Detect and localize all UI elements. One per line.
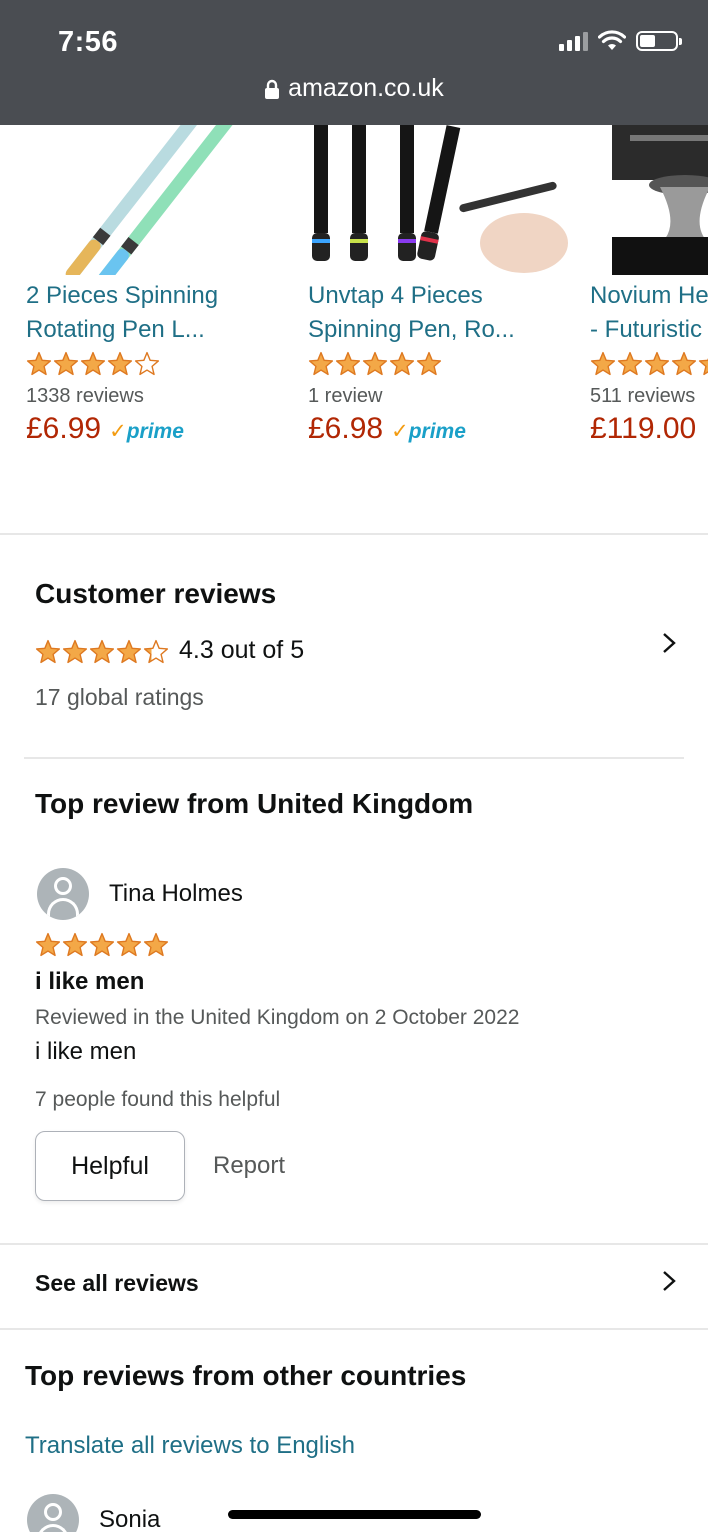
other-countries-heading: Top reviews from other countries [25, 1360, 467, 1391]
battery-icon [636, 31, 682, 51]
home-indicator[interactable] [228, 1510, 481, 1519]
star-icon [389, 351, 415, 376]
product-price: £6.99 [26, 412, 102, 445]
star-icon [644, 351, 670, 376]
product-title[interactable]: Unvtap 4 Pieces Spinning Pen, Ro... [308, 279, 578, 347]
star-icon [26, 351, 52, 376]
status-bar: 7:56 amazon.co.uk [0, 0, 708, 125]
star-icon [116, 932, 142, 957]
prime-check-icon: ✓ [109, 420, 127, 443]
review-count: 1338 reviews [26, 385, 144, 407]
review-stars [35, 932, 169, 958]
star-icon [335, 351, 361, 376]
star-icon [590, 351, 616, 376]
average-rating[interactable]: 4.3 out of 5 [35, 635, 304, 665]
related-products-carousel[interactable]: 2 Pieces Spinning Rotating Pen L... 1338… [0, 125, 708, 535]
review-count: 1 review [308, 385, 383, 407]
star-icon [116, 639, 142, 664]
url-text: amazon.co.uk [288, 74, 444, 102]
product-image[interactable] [590, 125, 708, 275]
section-divider [24, 757, 684, 759]
product-title[interactable]: Novium He - Futuristic [590, 279, 708, 347]
star-icon [698, 358, 708, 376]
global-ratings-count: 17 global ratings [35, 684, 204, 710]
reviewer-profile[interactable]: Tina Holmes [37, 868, 243, 920]
star-icon [80, 351, 106, 376]
star-icon [362, 351, 388, 376]
prime-badge: ✓prime [109, 420, 184, 443]
top-review-heading: Top review from United Kingdom [35, 788, 474, 819]
wifi-icon [598, 30, 626, 50]
product-rating [26, 351, 296, 377]
star-icon [134, 351, 160, 376]
reviewer-name: Tina Holmes [109, 880, 243, 907]
product-rating [590, 351, 708, 377]
cellular-signal-icon [559, 31, 588, 51]
clock: 7:56 [58, 26, 119, 58]
section-divider [0, 1243, 708, 1245]
product-rating [308, 351, 578, 377]
address-bar[interactable]: amazon.co.uk [0, 74, 708, 103]
prime-check-icon: ✓ [391, 420, 409, 443]
review-meta: Reviewed in the United Kingdom on 2 Octo… [35, 1006, 520, 1029]
reviewer-name: Sonia [99, 1506, 161, 1532]
star-icon [53, 351, 79, 376]
report-link[interactable]: Report [213, 1152, 285, 1180]
chevron-right-icon[interactable] [658, 632, 680, 654]
reviewer-profile[interactable]: Sonia [27, 1494, 160, 1532]
star-icon [617, 351, 643, 376]
helpful-button[interactable]: Helpful [35, 1131, 185, 1201]
customer-reviews-heading: Customer reviews [35, 578, 277, 609]
average-rating-stars [35, 639, 169, 665]
star-icon [35, 932, 61, 957]
product-price: £119.00 [590, 412, 697, 445]
product-price: £6.98 [308, 412, 384, 445]
star-icon [62, 639, 88, 664]
section-divider [0, 533, 708, 535]
product-title[interactable]: 2 Pieces Spinning Rotating Pen L... [26, 279, 296, 347]
star-icon [143, 639, 169, 664]
translate-reviews-link[interactable]: Translate all reviews to English [25, 1432, 355, 1460]
avatar-icon [27, 1494, 79, 1532]
prime-badge: ✓prime [391, 420, 466, 443]
review-count: 511 reviews [590, 385, 696, 407]
section-divider [0, 1328, 708, 1330]
star-icon [143, 932, 169, 957]
avatar-icon [37, 868, 89, 920]
star-icon [89, 932, 115, 957]
see-all-reviews-link[interactable]: See all reviews [35, 1270, 199, 1297]
star-icon [35, 639, 61, 664]
product-image[interactable] [26, 125, 296, 275]
product-card[interactable]: 2 Pieces Spinning Rotating Pen L... 1338… [26, 125, 296, 446]
review-body: i like men [35, 1038, 137, 1065]
star-icon [107, 351, 133, 376]
product-card[interactable]: Novium He - Futuristic 511 reviews £119.… [590, 125, 708, 446]
system-icons [559, 30, 682, 52]
star-icon [416, 351, 442, 376]
review-title: i like men [35, 968, 145, 995]
lock-icon [265, 79, 280, 99]
star-icon [671, 351, 697, 376]
star-icon [89, 639, 115, 664]
helpful-count: 7 people found this helpful [35, 1088, 281, 1111]
star-icon [308, 351, 334, 376]
average-rating-text: 4.3 out of 5 [179, 635, 305, 664]
product-image[interactable] [308, 125, 578, 275]
product-card[interactable]: Unvtap 4 Pieces Spinning Pen, Ro... 1 re… [308, 125, 578, 446]
star-icon [62, 932, 88, 957]
chevron-right-icon[interactable] [658, 1270, 680, 1292]
